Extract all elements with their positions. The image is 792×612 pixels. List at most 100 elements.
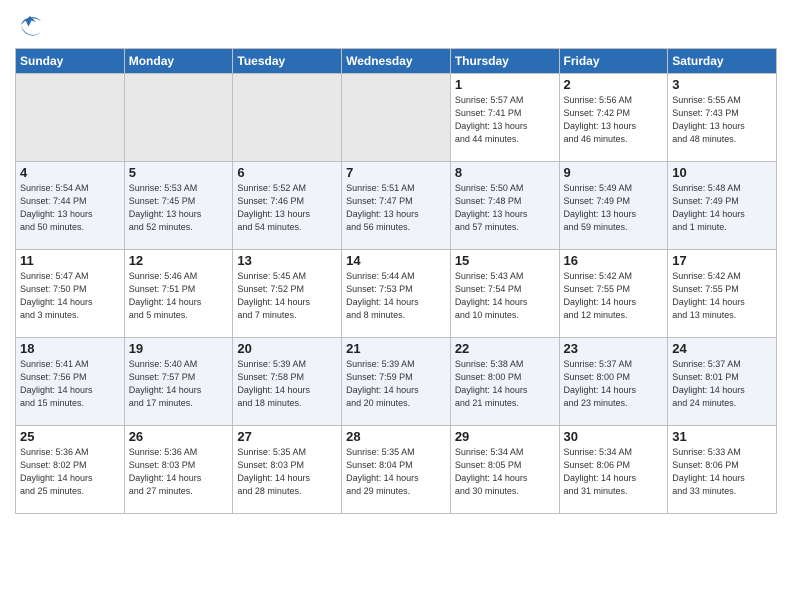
day-number: 4 [20, 165, 120, 180]
day-number: 25 [20, 429, 120, 444]
day-info: Sunrise: 5:50 AM Sunset: 7:48 PM Dayligh… [455, 182, 555, 234]
day-info: Sunrise: 5:42 AM Sunset: 7:55 PM Dayligh… [672, 270, 772, 322]
day-number: 8 [455, 165, 555, 180]
day-info: Sunrise: 5:47 AM Sunset: 7:50 PM Dayligh… [20, 270, 120, 322]
day-number: 15 [455, 253, 555, 268]
day-cell: 28 Sunrise: 5:35 AM Sunset: 8:04 PM Dayli… [342, 426, 451, 514]
col-header-monday: Monday [124, 49, 233, 74]
col-header-sunday: Sunday [16, 49, 125, 74]
day-cell: 1 Sunrise: 5:57 AM Sunset: 7:41 PM Daylig… [450, 74, 559, 162]
day-number: 11 [20, 253, 120, 268]
day-info: Sunrise: 5:34 AM Sunset: 8:05 PM Dayligh… [455, 446, 555, 498]
day-cell: 21 Sunrise: 5:39 AM Sunset: 7:59 PM Dayli… [342, 338, 451, 426]
day-number: 17 [672, 253, 772, 268]
day-info: Sunrise: 5:46 AM Sunset: 7:51 PM Dayligh… [129, 270, 229, 322]
day-info: Sunrise: 5:55 AM Sunset: 7:43 PM Dayligh… [672, 94, 772, 146]
logo-icon [15, 10, 45, 40]
day-number: 6 [237, 165, 337, 180]
day-number: 2 [564, 77, 664, 92]
day-info: Sunrise: 5:54 AM Sunset: 7:44 PM Dayligh… [20, 182, 120, 234]
day-number: 3 [672, 77, 772, 92]
week-row-2: 4 Sunrise: 5:54 AM Sunset: 7:44 PM Daylig… [16, 162, 777, 250]
day-cell: 31Sunrise: 5:33 AM Sunset: 8:06 PM Dayli… [668, 426, 777, 514]
day-info: Sunrise: 5:39 AM Sunset: 7:58 PM Dayligh… [237, 358, 337, 410]
day-cell: 4 Sunrise: 5:54 AM Sunset: 7:44 PM Daylig… [16, 162, 125, 250]
day-number: 30 [564, 429, 664, 444]
day-number: 18 [20, 341, 120, 356]
col-header-tuesday: Tuesday [233, 49, 342, 74]
day-info: Sunrise: 5:37 AM Sunset: 8:01 PM Dayligh… [672, 358, 772, 410]
day-info: Sunrise: 5:33 AM Sunset: 8:06 PM Dayligh… [672, 446, 772, 498]
day-cell: 24 Sunrise: 5:37 AM Sunset: 8:01 PM Dayli… [668, 338, 777, 426]
day-info: Sunrise: 5:52 AM Sunset: 7:46 PM Dayligh… [237, 182, 337, 234]
day-cell: 13 Sunrise: 5:45 AM Sunset: 7:52 PM Dayli… [233, 250, 342, 338]
day-cell: 29 Sunrise: 5:34 AM Sunset: 8:05 PM Dayli… [450, 426, 559, 514]
day-cell: 27Sunrise: 5:35 AM Sunset: 8:03 PM Dayli… [233, 426, 342, 514]
col-header-thursday: Thursday [450, 49, 559, 74]
day-number: 21 [346, 341, 446, 356]
day-number: 14 [346, 253, 446, 268]
day-info: Sunrise: 5:45 AM Sunset: 7:52 PM Dayligh… [237, 270, 337, 322]
day-cell: 8 Sunrise: 5:50 AM Sunset: 7:48 PM Daylig… [450, 162, 559, 250]
week-row-1: 1 Sunrise: 5:57 AM Sunset: 7:41 PM Daylig… [16, 74, 777, 162]
day-info: Sunrise: 5:35 AM Sunset: 8:04 PM Dayligh… [346, 446, 446, 498]
day-number: 19 [129, 341, 229, 356]
col-header-friday: Friday [559, 49, 668, 74]
day-info: Sunrise: 5:36 AM Sunset: 8:02 PM Dayligh… [20, 446, 120, 498]
day-cell: 5 Sunrise: 5:53 AM Sunset: 7:45 PM Daylig… [124, 162, 233, 250]
day-info: Sunrise: 5:40 AM Sunset: 7:57 PM Dayligh… [129, 358, 229, 410]
day-cell: 20 Sunrise: 5:39 AM Sunset: 7:58 PM Dayli… [233, 338, 342, 426]
day-info: Sunrise: 5:57 AM Sunset: 7:41 PM Dayligh… [455, 94, 555, 146]
day-cell: 14 Sunrise: 5:44 AM Sunset: 7:53 PM Dayli… [342, 250, 451, 338]
day-info: Sunrise: 5:44 AM Sunset: 7:53 PM Dayligh… [346, 270, 446, 322]
day-cell: 3 Sunrise: 5:55 AM Sunset: 7:43 PM Daylig… [668, 74, 777, 162]
day-number: 20 [237, 341, 337, 356]
day-info: Sunrise: 5:49 AM Sunset: 7:49 PM Dayligh… [564, 182, 664, 234]
week-row-4: 18Sunrise: 5:41 AM Sunset: 7:56 PM Dayli… [16, 338, 777, 426]
day-number: 13 [237, 253, 337, 268]
day-number: 10 [672, 165, 772, 180]
day-number: 26 [129, 429, 229, 444]
day-cell: 22Sunrise: 5:38 AM Sunset: 8:00 PM Dayli… [450, 338, 559, 426]
day-info: Sunrise: 5:42 AM Sunset: 7:55 PM Dayligh… [564, 270, 664, 322]
day-info: Sunrise: 5:48 AM Sunset: 7:49 PM Dayligh… [672, 182, 772, 234]
day-cell: 18Sunrise: 5:41 AM Sunset: 7:56 PM Dayli… [16, 338, 125, 426]
day-info: Sunrise: 5:37 AM Sunset: 8:00 PM Dayligh… [564, 358, 664, 410]
day-cell [233, 74, 342, 162]
day-number: 1 [455, 77, 555, 92]
day-cell: 2 Sunrise: 5:56 AM Sunset: 7:42 PM Daylig… [559, 74, 668, 162]
day-info: Sunrise: 5:43 AM Sunset: 7:54 PM Dayligh… [455, 270, 555, 322]
day-cell [124, 74, 233, 162]
day-cell: 23Sunrise: 5:37 AM Sunset: 8:00 PM Dayli… [559, 338, 668, 426]
day-info: Sunrise: 5:51 AM Sunset: 7:47 PM Dayligh… [346, 182, 446, 234]
week-row-5: 25 Sunrise: 5:36 AM Sunset: 8:02 PM Dayli… [16, 426, 777, 514]
day-cell: 26Sunrise: 5:36 AM Sunset: 8:03 PM Dayli… [124, 426, 233, 514]
day-cell [16, 74, 125, 162]
day-number: 7 [346, 165, 446, 180]
day-cell: 9 Sunrise: 5:49 AM Sunset: 7:49 PM Daylig… [559, 162, 668, 250]
day-number: 5 [129, 165, 229, 180]
day-number: 24 [672, 341, 772, 356]
day-number: 9 [564, 165, 664, 180]
day-info: Sunrise: 5:56 AM Sunset: 7:42 PM Dayligh… [564, 94, 664, 146]
day-cell: 7 Sunrise: 5:51 AM Sunset: 7:47 PM Daylig… [342, 162, 451, 250]
col-header-wednesday: Wednesday [342, 49, 451, 74]
day-cell: 17 Sunrise: 5:42 AM Sunset: 7:55 PM Dayli… [668, 250, 777, 338]
day-cell: 6 Sunrise: 5:52 AM Sunset: 7:46 PM Daylig… [233, 162, 342, 250]
day-info: Sunrise: 5:39 AM Sunset: 7:59 PM Dayligh… [346, 358, 446, 410]
day-info: Sunrise: 5:53 AM Sunset: 7:45 PM Dayligh… [129, 182, 229, 234]
day-number: 29 [455, 429, 555, 444]
day-cell: 19 Sunrise: 5:40 AM Sunset: 7:57 PM Dayli… [124, 338, 233, 426]
day-cell: 10 Sunrise: 5:48 AM Sunset: 7:49 PM Dayli… [668, 162, 777, 250]
day-cell: 25 Sunrise: 5:36 AM Sunset: 8:02 PM Dayli… [16, 426, 125, 514]
col-header-saturday: Saturday [668, 49, 777, 74]
week-row-3: 11 Sunrise: 5:47 AM Sunset: 7:50 PM Dayli… [16, 250, 777, 338]
day-number: 28 [346, 429, 446, 444]
day-cell: 30Sunrise: 5:34 AM Sunset: 8:06 PM Dayli… [559, 426, 668, 514]
day-number: 12 [129, 253, 229, 268]
day-cell: 11 Sunrise: 5:47 AM Sunset: 7:50 PM Dayli… [16, 250, 125, 338]
day-info: Sunrise: 5:38 AM Sunset: 8:00 PM Dayligh… [455, 358, 555, 410]
header-row: SundayMondayTuesdayWednesdayThursdayFrid… [16, 49, 777, 74]
logo [15, 10, 48, 40]
page: SundayMondayTuesdayWednesdayThursdayFrid… [0, 0, 792, 612]
